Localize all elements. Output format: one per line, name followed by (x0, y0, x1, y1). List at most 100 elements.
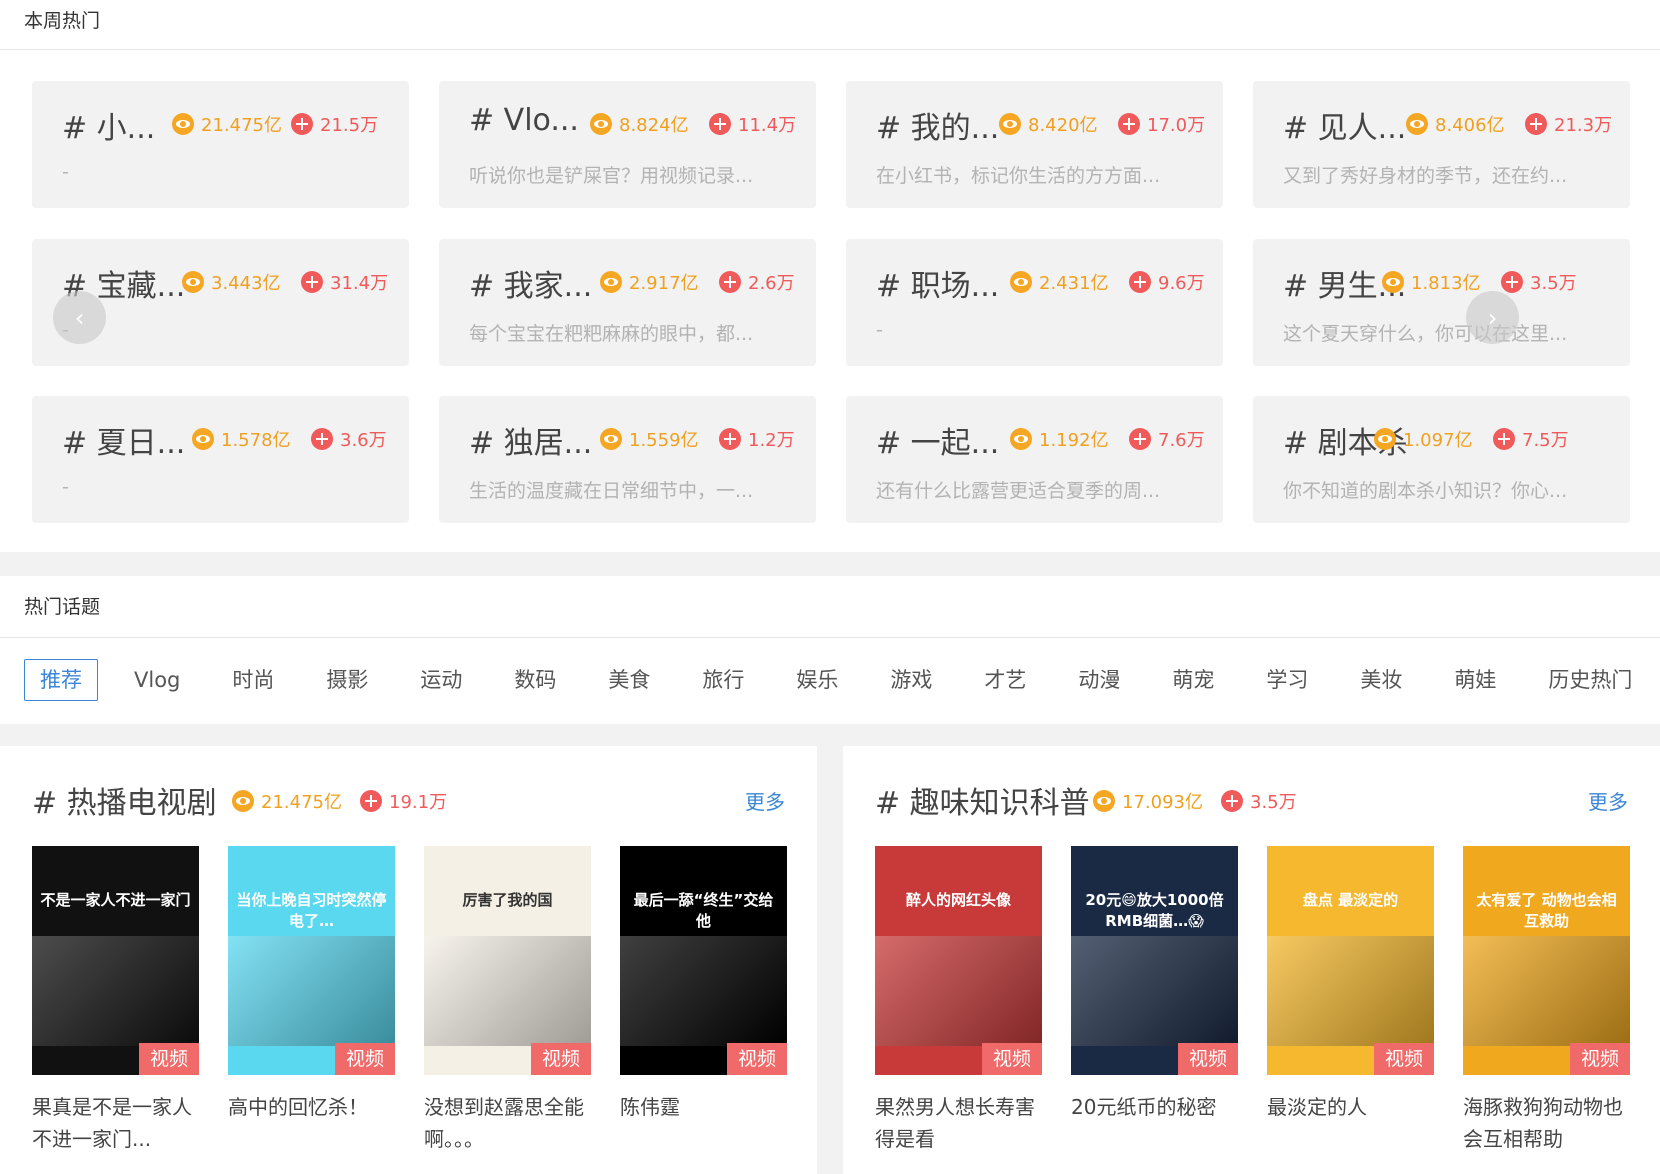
hot-topic-card[interactable]: # 独居... 1.559亿 1.2万 生活的温度藏在日常细节中，一... (439, 396, 816, 523)
participant-count: 3.6万 (311, 426, 387, 452)
more-link[interactable]: 更多 (1588, 786, 1628, 815)
video-cover-caption: 太有爱了 动物也会相互救助 (1476, 891, 1617, 930)
hot-topic-card[interactable]: # 小... 21.475亿 21.5万 - (32, 81, 409, 208)
hot-topic-card[interactable]: # 男生... 1.813亿 3.5万 这个夏天穿什么，你可以在这里... (1253, 239, 1630, 366)
participant-count-value: 2.6万 (748, 273, 795, 294)
topic-tab[interactable]: 运动 (404, 659, 478, 701)
chevron-left-icon: ‹ (74, 303, 85, 332)
eye-icon (1093, 790, 1115, 812)
eye-icon (1010, 271, 1032, 293)
video-title[interactable]: 果然男人想长寿害得是看 (875, 1091, 1042, 1155)
view-count-value: 3.443亿 (211, 273, 281, 294)
video-title[interactable]: 高中的回忆杀！ (228, 1091, 395, 1123)
section-title[interactable]: # 趣味知识科普 (875, 778, 1090, 822)
participant-count: 3.5万 (1501, 269, 1577, 295)
video-title[interactable]: 果真是不是一家人 不进一家门... (32, 1091, 199, 1155)
eye-icon (182, 271, 204, 293)
topic-tab[interactable]: 游戏 (874, 659, 948, 701)
topic-tab[interactable]: 学习 (1250, 659, 1324, 701)
video-title[interactable]: 最淡定的人 (1267, 1091, 1434, 1123)
hot-topic-card-title: # 见人... (1283, 111, 1407, 146)
participant-count: 21.3万 (1525, 111, 1612, 137)
hot-topic-card-desc: - (62, 476, 69, 498)
hot-topic-card[interactable]: # 职场... 2.431亿 9.6万 - (846, 239, 1223, 366)
eye-icon (192, 428, 214, 450)
video-thumbnail[interactable]: 醉人的网红头像 视频 (875, 846, 1042, 1075)
video-thumbnail[interactable]: 最后一舔“终生”交给他 视频 (620, 846, 787, 1075)
hot-topic-card-desc: 听说你也是铲屎官？用视频记录... (469, 165, 754, 187)
plus-circle-icon (719, 428, 741, 450)
video-badge: 视频 (982, 1043, 1042, 1075)
plus-circle-icon (1221, 790, 1243, 812)
topic-tabs: 推荐 Vlog 时尚 摄影 运动 数码 美食 旅行 娱乐 游戏 才艺 动漫 萌宠 学习 美妆 萌娃 历史热门 (24, 659, 1660, 701)
video-thumbnail[interactable]: 不是一家人不进一家门 视频 (32, 846, 199, 1075)
video-badge: 视频 (531, 1043, 591, 1075)
eye-icon (600, 271, 622, 293)
participant-count: 21.5万 (291, 111, 378, 137)
view-count: 21.475亿 (172, 111, 282, 137)
view-count: 1.097亿 (1374, 426, 1473, 452)
hot-topic-card[interactable]: # 一起... 1.192亿 7.6万 还有什么比露营更适合夏季的周... (846, 396, 1223, 523)
participant-count: 2.6万 (719, 269, 795, 295)
video-thumbnail[interactable]: 厉害了我的国 视频 (424, 846, 591, 1075)
hot-topic-card[interactable]: # 我家... 2.917亿 2.6万 每个宝宝在粑粑麻麻的眼中，都... (439, 239, 816, 366)
view-count: 17.093亿 (1093, 788, 1203, 814)
hot-topic-card-title: # 我家... (469, 269, 593, 304)
video-thumbnail[interactable]: 盘点 最淡定的 视频 (1267, 846, 1434, 1075)
topic-tab[interactable]: 动漫 (1062, 659, 1136, 701)
video-cover-caption: 不是一家人不进一家门 (40, 891, 191, 909)
hot-topic-card-desc: 每个宝宝在粑粑麻麻的眼中，都... (469, 323, 754, 345)
video-title[interactable]: 海豚救狗狗动物也会互相帮助 (1463, 1091, 1630, 1155)
section-title[interactable]: # 热播电视剧 (32, 778, 217, 822)
hot-topic-card[interactable]: # 夏日... 1.578亿 3.6万 - (32, 396, 409, 523)
video-thumbnail[interactable]: 太有爱了 动物也会相互救助视频 (1463, 846, 1630, 1075)
topic-section-science: # 趣味知识科普 17.093亿 3.5万 更多 醉人的网红头像 视频 果然男人想长寿害得是… (843, 746, 1660, 1174)
section-header: # 趣味知识科普 17.093亿 3.5万 更多 (875, 778, 1628, 821)
participant-count-value: 9.6万 (1158, 273, 1205, 294)
video-badge: 视频 (1178, 1043, 1238, 1075)
view-count-value: 1.559亿 (629, 430, 699, 451)
topic-tab[interactable]: 娱乐 (780, 659, 854, 701)
more-link[interactable]: 更多 (745, 786, 785, 815)
topic-tab[interactable]: 时尚 (216, 659, 290, 701)
view-count-value: 8.406亿 (1435, 115, 1505, 136)
video-cover-caption: 20元😄放大1000倍 RMB细菌…😱 (1085, 891, 1224, 930)
topic-tab[interactable]: Vlog (118, 659, 196, 701)
topic-section-tv: # 热播电视剧 21.475亿 19.1万 更多 不是一家人不进一家门 视频 果真是不是一家… (0, 746, 817, 1174)
participant-count-value: 31.4万 (330, 273, 389, 294)
weekly-hot-title: 本周热门 (0, 0, 1660, 50)
topic-tab[interactable]: 萌宠 (1156, 659, 1230, 701)
hot-topic-card[interactable]: # 我的... 8.420亿 17.0万 在小红书，标记你生活的方方面... (846, 81, 1223, 208)
topic-tab[interactable]: 美妆 (1344, 659, 1418, 701)
video-badge: 视频 (1374, 1043, 1434, 1075)
plus-circle-icon (1129, 428, 1151, 450)
topic-tab[interactable]: 美食 (592, 659, 666, 701)
hot-topic-card[interactable]: # 剧本杀 1.097亿 7.5万 你不知道的剧本杀小知识？你心... (1253, 396, 1630, 523)
video-title[interactable]: 没想到赵露思全能啊。。。 (424, 1091, 591, 1155)
carousel-prev-button[interactable]: ‹ (53, 291, 106, 344)
carousel-next-button[interactable]: › (1466, 291, 1519, 344)
topic-tab[interactable]: 数码 (498, 659, 572, 701)
video-thumbnail[interactable]: 20元😄放大1000倍 RMB细菌…😱 视频 (1071, 846, 1238, 1075)
view-count-value: 17.093亿 (1122, 792, 1203, 813)
topic-tab[interactable]: 推荐 (24, 659, 98, 701)
video-badge: 视频 (1570, 1043, 1630, 1075)
section-header: # 热播电视剧 21.475亿 19.1万 更多 (32, 778, 785, 821)
hot-topic-card[interactable]: # Vlo... 8.824亿 11.4万 听说你也是铲屎官？用视频记录... (439, 81, 816, 208)
participant-count-value: 21.3万 (1554, 115, 1613, 136)
eye-icon (1010, 428, 1032, 450)
topic-tab[interactable]: 才艺 (968, 659, 1042, 701)
topic-tab[interactable]: 旅行 (686, 659, 760, 701)
hot-topics-panel: 热门话题 推荐 Vlog 时尚 摄影 运动 数码 美食 旅行 娱乐 游戏 才艺 动漫 萌宠 学习 美妆 萌娃历… (0, 576, 1660, 724)
hot-topic-card-title: # 一起... (876, 426, 1000, 461)
hot-topic-card[interactable]: # 见人... 8.406亿 21.3万 又到了秀好身材的季节，还在约... (1253, 81, 1630, 208)
video-thumbnail[interactable]: 当你上晚自习时突然停电了… 视频 (228, 846, 395, 1075)
video-title[interactable]: 陈伟霆 (620, 1091, 787, 1123)
participant-count: 7.5万 (1493, 426, 1569, 452)
video-title[interactable]: 20元纸币的秘密 (1071, 1091, 1238, 1123)
topic-tab[interactable]: 萌娃 (1438, 659, 1512, 701)
topic-tab[interactable]: 摄影 (310, 659, 384, 701)
view-count-value: 8.824亿 (619, 115, 689, 136)
plus-circle-icon (301, 271, 323, 293)
topic-tab[interactable]: 历史热门 (1532, 659, 1648, 701)
